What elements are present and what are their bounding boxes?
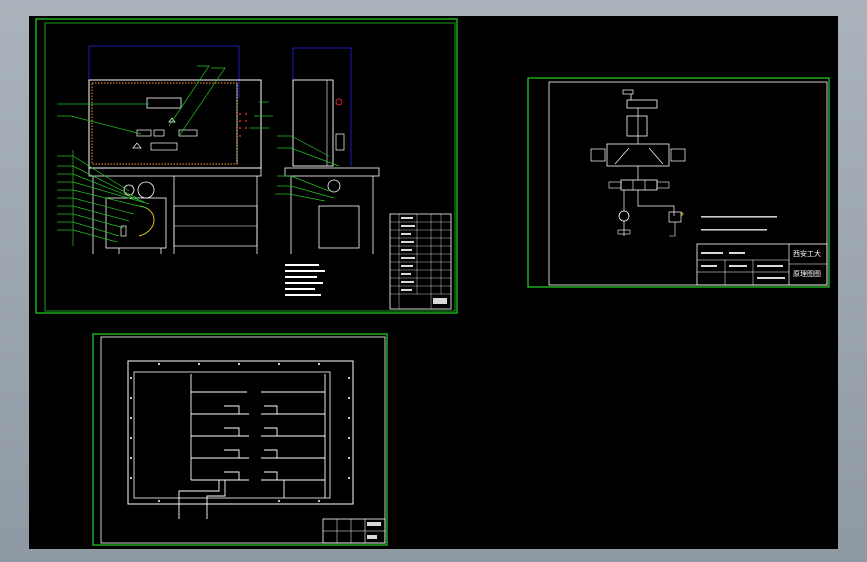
hydraulic-circuit [590, 89, 777, 237]
panel-title-block [322, 518, 386, 544]
sheet-hydraulic-schematic[interactable]: 西安工大 原理图图 [527, 77, 830, 288]
sheet-assembly[interactable] [35, 18, 458, 314]
cad-viewer-frame: 西安工大 原理图图 [0, 0, 867, 562]
drawing-canvas[interactable]: 西安工大 原理图图 [29, 16, 838, 549]
mounting-plate [127, 360, 354, 519]
technical-notes [285, 264, 325, 296]
drawing-svg: 西安工大 原理图图 [35, 18, 830, 546]
title-block-line1: 西安工大 [793, 249, 821, 258]
side-view [275, 79, 380, 254]
mounting-holes [130, 363, 350, 502]
schematic-title-block: 西安工大 原理图图 [696, 243, 828, 286]
pipe-routes [178, 374, 326, 519]
title-block-line2: 原理图图 [793, 270, 821, 278]
dimension-lines [88, 45, 352, 171]
sheet-panel-layout[interactable] [92, 333, 388, 546]
front-view [57, 65, 273, 254]
indicator-dots [239, 113, 247, 137]
parts-list-table [389, 213, 452, 310]
